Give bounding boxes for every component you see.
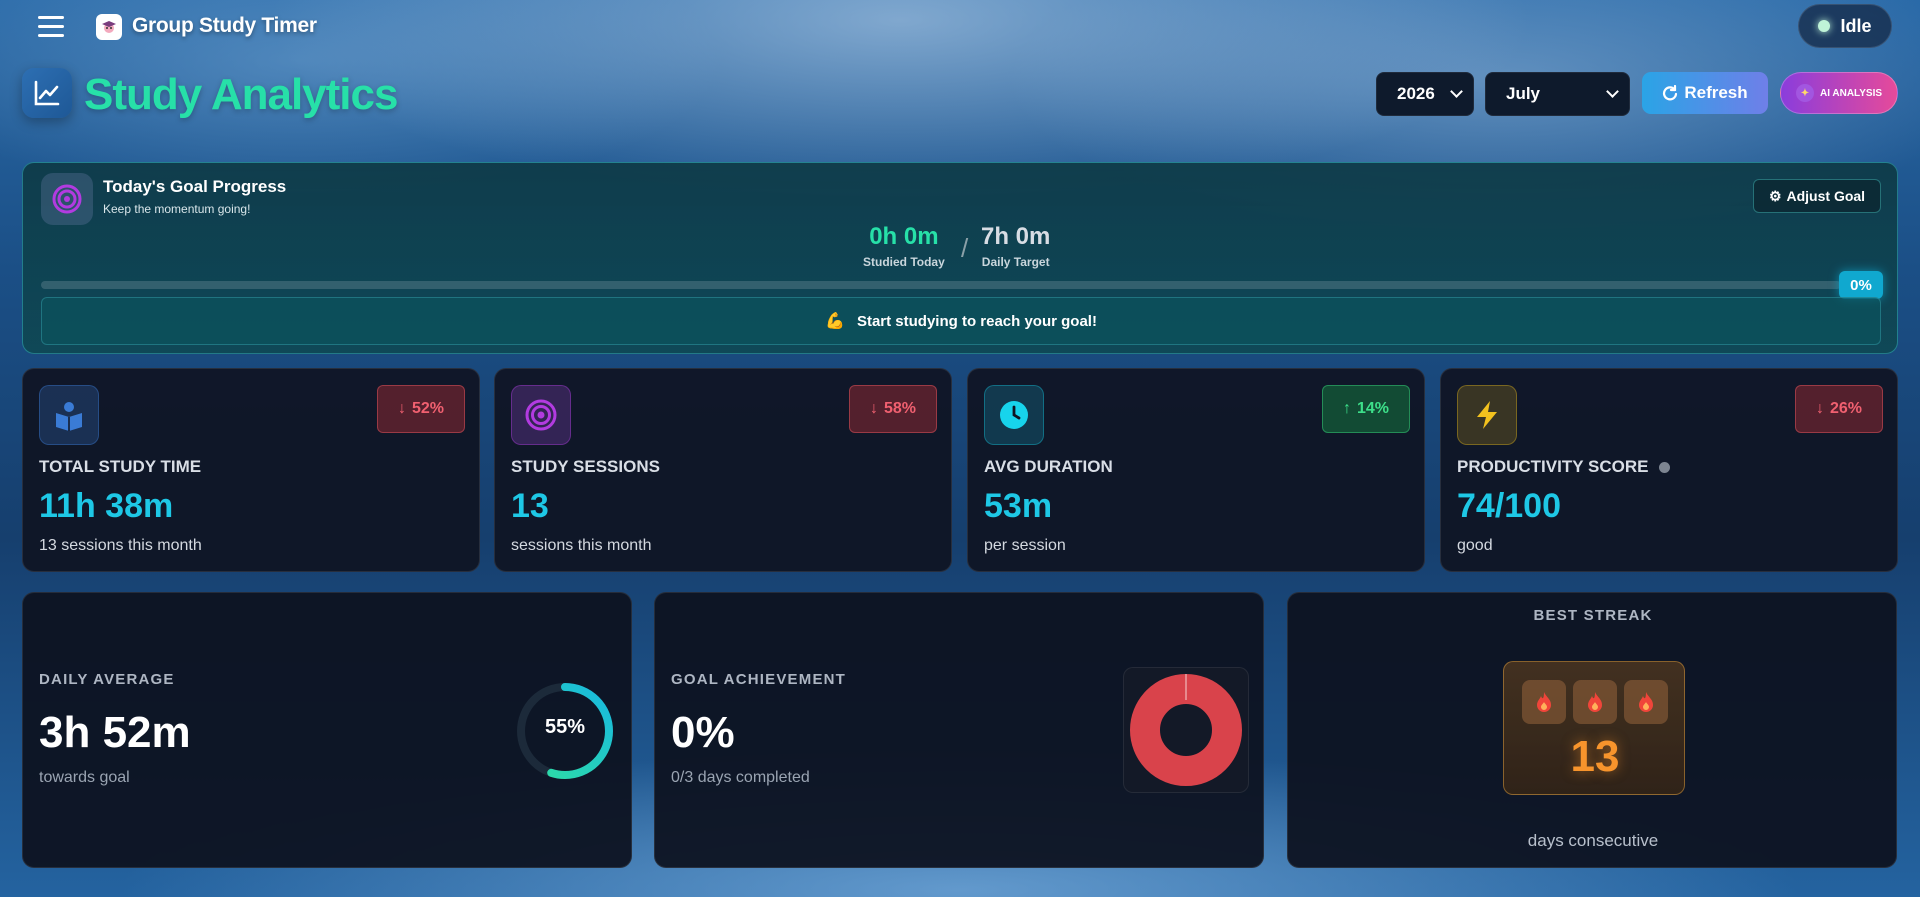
status-label: Idle — [1840, 15, 1872, 36]
status-dot-icon — [1818, 20, 1831, 32]
ai-analysis-button[interactable]: ✦ AI ANALYSIS — [1780, 72, 1898, 114]
ai-analysis-label: AI ANALYSIS — [1819, 87, 1883, 99]
flame-icon — [1624, 680, 1668, 724]
daily-target-value: 7h 0m — [981, 223, 1051, 250]
month-select-value: July — [1506, 84, 1541, 103]
stat-value: 74/100 — [1457, 487, 1561, 525]
study-sessions-card: ↓ 58% STUDY SESSIONS 13 sessions this mo… — [494, 368, 952, 572]
productivity-score-card: ↓ 26% PRODUCTIVITY SCORE 74/100 good — [1440, 368, 1898, 572]
stat-label: STUDY SESSIONS — [511, 457, 660, 476]
target-icon — [41, 173, 93, 225]
change-badge: ↑ 14% — [1322, 385, 1410, 433]
daily-average-value: 3h 52m — [39, 708, 191, 757]
studied-today-value: 0h 0m — [869, 223, 939, 250]
info-icon[interactable] — [1659, 462, 1671, 474]
goal-subtitle: Keep the momentum going! — [103, 202, 251, 216]
daily-target-stat: 7h 0m Daily Target — [981, 223, 1050, 269]
goal-achievement-card: GOAL ACHIEVEMENT 0% 0/3 days completed — [654, 592, 1264, 868]
daily-average-subtext: towards goal — [39, 769, 130, 786]
ring-percent: 55% — [544, 716, 586, 738]
stat-subtext: good — [1457, 537, 1493, 554]
studied-today-stat: 0h 0m Studied Today — [863, 223, 945, 269]
gear-icon: ⚙ — [1768, 187, 1782, 204]
stat-label: TOTAL STUDY TIME — [39, 457, 202, 476]
adjust-goal-label: Adjust Goal — [1786, 188, 1866, 204]
goal-achievement-label: GOAL ACHIEVEMENT — [671, 671, 847, 688]
best-streak-title: BEST STREAK — [1533, 607, 1653, 624]
goal-progress-card: Today's Goal Progress Keep the momentum … — [22, 162, 1898, 354]
stat-label-text: PRODUCTIVITY SCORE — [1457, 457, 1649, 476]
top-bar: Group Study Timer Idle — [0, 0, 1920, 54]
stat-subtext: sessions this month — [511, 537, 652, 554]
stat-label: AVG DURATION — [984, 457, 1113, 476]
book-reader-icon — [39, 385, 99, 445]
daily-average-ring: 55% — [513, 679, 617, 783]
refresh-button[interactable]: Refresh — [1642, 72, 1768, 114]
year-select-value: 2026 — [1397, 84, 1435, 103]
studied-today-label: Studied Today — [863, 255, 945, 269]
sparkle-icon: ✦ — [1795, 84, 1814, 102]
arrow-down-icon: ↓ — [869, 400, 878, 417]
daily-average-card: DAILY AVERAGE 3h 52m towards goal 55% — [22, 592, 632, 868]
goal-progress-bar — [41, 281, 1841, 289]
goal-message-box: 💪 Start studying to reach your goal! — [41, 297, 1881, 345]
stat-subtext: 13 sessions this month — [39, 537, 202, 554]
goal-progress-badge: 0% — [1839, 271, 1883, 299]
daily-average-label: DAILY AVERAGE — [39, 671, 175, 688]
year-select[interactable]: 2026 — [1376, 72, 1474, 116]
streak-badge: 13 — [1503, 661, 1685, 795]
adjust-goal-button[interactable]: ⚙ Adjust Goal — [1753, 179, 1881, 213]
line-chart-icon — [22, 68, 72, 118]
goal-achievement-subtext: 0/3 days completed — [671, 769, 810, 786]
avg-duration-card: ↑ 14% AVG DURATION 53m per session — [967, 368, 1425, 572]
status-indicator[interactable]: Idle — [1798, 4, 1892, 48]
refresh-label: Refresh — [1684, 83, 1748, 102]
change-value: 58% — [883, 400, 917, 417]
streak-subtext: days consecutive — [1527, 831, 1659, 850]
chevron-down-icon — [1450, 85, 1463, 98]
change-badge: ↓ 58% — [849, 385, 937, 433]
goal-separator: / — [961, 233, 969, 263]
month-select[interactable]: July — [1485, 72, 1630, 116]
stat-value: 53m — [984, 487, 1053, 525]
arrow-down-icon: ↓ — [397, 400, 406, 417]
goal-title: Today's Goal Progress — [103, 177, 287, 196]
stat-value: 11h 38m — [39, 487, 174, 525]
flexed-biceps-icon: 💪 — [825, 313, 845, 330]
donut-missed-slice — [1130, 674, 1242, 786]
graduate-logo-icon — [96, 14, 122, 40]
target-icon — [511, 385, 571, 445]
page-title: Study Analytics — [84, 70, 398, 119]
clock-icon — [984, 385, 1044, 445]
change-badge: ↓ 52% — [377, 385, 465, 433]
daily-target-label: Daily Target — [981, 255, 1050, 269]
goal-achievement-value: 0% — [671, 708, 735, 757]
flame-icon — [1573, 680, 1617, 724]
app-title: Group Study Timer — [132, 14, 317, 37]
total-study-time-card: ↓ 52% TOTAL STUDY TIME 11h 38m 13 sessio… — [22, 368, 480, 572]
change-value: 26% — [1829, 400, 1863, 417]
flame-icon — [1522, 680, 1566, 724]
lightning-icon — [1457, 385, 1517, 445]
goal-message: Start studying to reach your goal! — [856, 312, 1097, 330]
hamburger-menu-icon[interactable] — [38, 16, 64, 38]
change-value: 52% — [411, 400, 445, 417]
stat-subtext: per session — [984, 537, 1066, 554]
chevron-down-icon — [1606, 85, 1619, 98]
streak-value: 13 — [1570, 732, 1620, 781]
best-streak-card: BEST STREAK 13 days consecutive — [1287, 592, 1897, 868]
goal-achievement-donut — [1123, 667, 1249, 793]
change-value: 14% — [1356, 400, 1390, 417]
change-badge: ↓ 26% — [1795, 385, 1883, 433]
stat-label: PRODUCTIVITY SCORE — [1457, 457, 1671, 477]
arrow-down-icon: ↓ — [1815, 400, 1824, 417]
arrow-up-icon: ↑ — [1342, 400, 1351, 417]
stat-value: 13 — [511, 487, 549, 525]
refresh-icon — [1663, 85, 1678, 101]
